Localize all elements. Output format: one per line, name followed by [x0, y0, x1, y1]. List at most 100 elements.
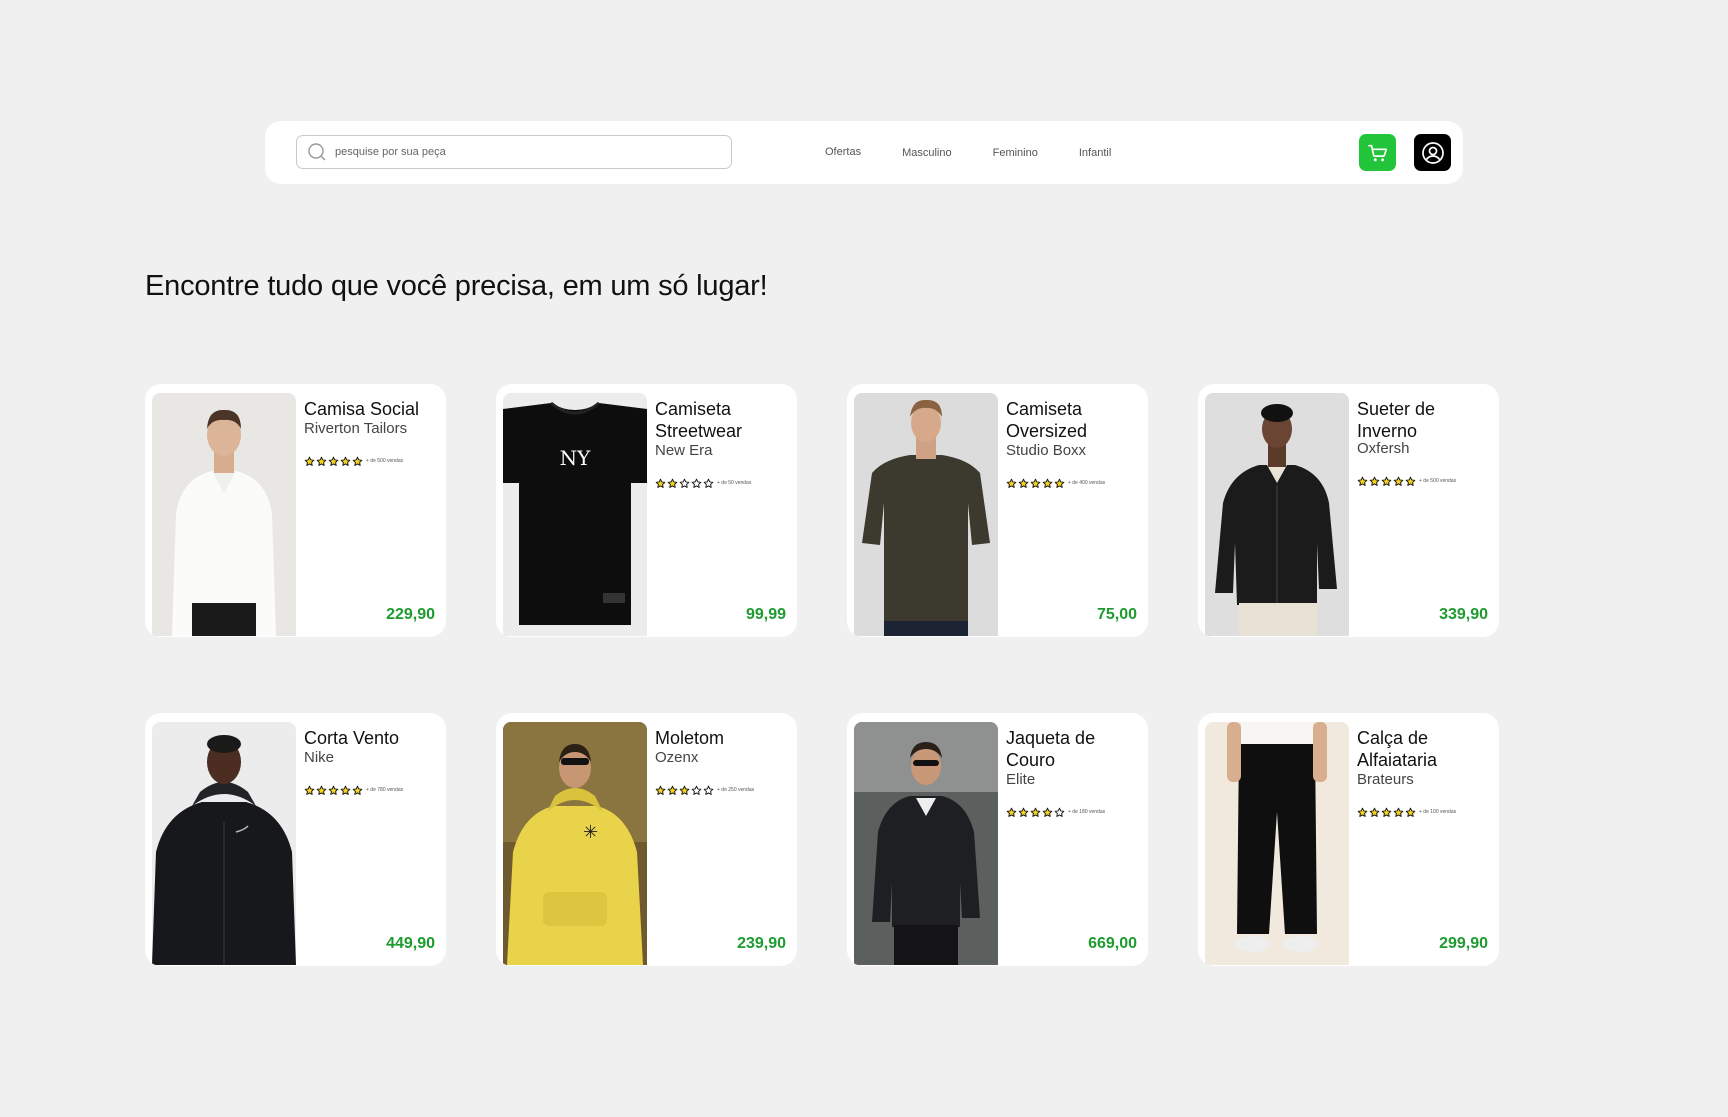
star-filled-icon [316, 785, 327, 795]
sales-count: + de 780 vendas [366, 787, 404, 793]
product-price: 229,90 [386, 606, 435, 623]
star-filled-icon [316, 456, 327, 466]
top-navigation-bar: Ofertas Masculino Feminino Infantil [265, 121, 1463, 184]
product-card[interactable]: NY Camiseta Streetwear New Era + de 50 v… [496, 384, 797, 637]
product-rating: + de 400 vendas [1006, 472, 1141, 494]
search-input[interactable] [333, 145, 717, 159]
star-filled-icon [1030, 807, 1041, 817]
star-filled-icon [1030, 478, 1041, 488]
rating-stars [1357, 476, 1417, 487]
star-filled-icon [1405, 807, 1416, 817]
product-name: Camisa Social [304, 399, 420, 419]
star-filled-icon [1018, 478, 1029, 488]
product-name: Calça de Alfaiataria [1357, 728, 1438, 770]
page-title: Encontre tudo que você precisa, em um só… [145, 270, 768, 302]
product-rating: + de 100 vendas [1357, 801, 1492, 823]
product-price: 339,90 [1439, 606, 1488, 623]
product-name: Jaqueta de Couro [1006, 728, 1096, 770]
svg-text:NY: NY [560, 446, 592, 470]
sales-count: + de 400 vendas [1068, 480, 1106, 486]
star-empty-icon [703, 785, 714, 795]
star-filled-icon [340, 785, 351, 795]
sales-count: + de 50 vendas [717, 480, 752, 486]
product-brand: Studio Boxx [1006, 442, 1087, 459]
star-filled-icon [304, 456, 315, 466]
search-icon [308, 143, 326, 161]
product-brand: Oxfersh [1357, 440, 1410, 457]
sales-count: + de 500 vendas [1419, 478, 1457, 484]
product-rating: + de 500 vendas [304, 450, 439, 472]
star-filled-icon [328, 456, 339, 466]
star-filled-icon [328, 785, 339, 795]
star-filled-icon [352, 785, 363, 795]
product-image-leather-jacket [854, 722, 998, 965]
sales-count: + de 100 vendas [1419, 809, 1457, 815]
star-filled-icon [1393, 476, 1404, 486]
product-price: 449,90 [386, 935, 435, 952]
product-card[interactable]: Camisa Social Riverton Tailors + de 500 … [145, 384, 446, 637]
star-filled-icon [304, 785, 315, 795]
product-name: Camiseta Streetwear [655, 399, 743, 441]
star-filled-icon [1381, 807, 1392, 817]
star-filled-icon [1006, 478, 1017, 488]
product-card[interactable]: Jaqueta de Couro Elite + de 180 vendas 6… [847, 713, 1148, 966]
product-name: Camiseta Oversized [1006, 399, 1088, 441]
product-rating: + de 50 vendas [655, 472, 790, 494]
star-filled-icon [667, 478, 678, 488]
star-filled-icon [1369, 476, 1380, 486]
product-rating: + de 780 vendas [304, 779, 439, 801]
star-filled-icon [1357, 807, 1368, 817]
cart-button[interactable] [1359, 134, 1396, 171]
rating-stars [1006, 478, 1066, 489]
product-card[interactable]: ✳ Moletom Ozenx + de 250 vendas 239,90 [496, 713, 797, 966]
product-brand: Brateurs [1357, 771, 1414, 788]
product-price: 99,99 [745, 606, 786, 623]
product-card[interactable]: Calça de Alfaiataria Brateurs + de 100 v… [1198, 713, 1499, 966]
product-card[interactable]: Camiseta Oversized Studio Boxx + de 400 … [847, 384, 1148, 637]
category-nav: Ofertas Masculino Feminino Infantil [825, 121, 1152, 184]
star-filled-icon [1381, 476, 1392, 486]
product-card[interactable]: Corta Vento Nike + de 780 vendas 449,90 [145, 713, 446, 966]
star-filled-icon [1405, 476, 1416, 486]
rating-stars [1357, 807, 1417, 818]
nav-ofertas[interactable]: Ofertas [825, 146, 861, 158]
rating-stars [1006, 807, 1066, 818]
rating-stars [655, 478, 715, 489]
product-image-white-dress-shirt [152, 393, 296, 636]
star-filled-icon [1369, 807, 1380, 817]
star-filled-icon [1006, 807, 1017, 817]
sales-count: + de 500 vendas [366, 458, 404, 464]
star-empty-icon [679, 478, 690, 488]
star-filled-icon [1042, 807, 1053, 817]
star-empty-icon [1054, 807, 1065, 817]
rating-stars [655, 785, 715, 796]
product-brand: Ozenx [655, 749, 699, 766]
account-button[interactable] [1414, 134, 1451, 171]
product-brand: Riverton Tailors [304, 420, 408, 437]
product-price: 239,90 [737, 935, 786, 952]
search-box[interactable] [296, 135, 732, 169]
product-name: Moletom [655, 728, 725, 748]
star-filled-icon [655, 478, 666, 488]
nav-masculino[interactable]: Masculino [902, 147, 952, 159]
svg-text:✳: ✳ [583, 822, 598, 843]
product-card[interactable]: Sueter de Inverno Oxfersh + de 500 venda… [1198, 384, 1499, 637]
product-price: 669,00 [1088, 935, 1137, 952]
star-empty-icon [691, 478, 702, 488]
star-filled-icon [655, 785, 666, 795]
star-filled-icon [1018, 807, 1029, 817]
nav-feminino[interactable]: Feminino [993, 147, 1038, 159]
product-brand: New Era [655, 442, 713, 459]
sales-count: + de 250 vendas [717, 787, 755, 793]
rating-stars [304, 785, 364, 796]
product-image-olive-tshirt [854, 393, 998, 636]
star-filled-icon [1393, 807, 1404, 817]
cart-icon [1367, 144, 1387, 161]
product-brand: Elite [1006, 771, 1036, 788]
star-filled-icon [1042, 478, 1053, 488]
product-brand: Nike [304, 749, 335, 766]
nav-infantil[interactable]: Infantil [1079, 147, 1111, 159]
product-price: 299,90 [1439, 935, 1488, 952]
star-filled-icon [352, 456, 363, 466]
star-filled-icon [667, 785, 678, 795]
